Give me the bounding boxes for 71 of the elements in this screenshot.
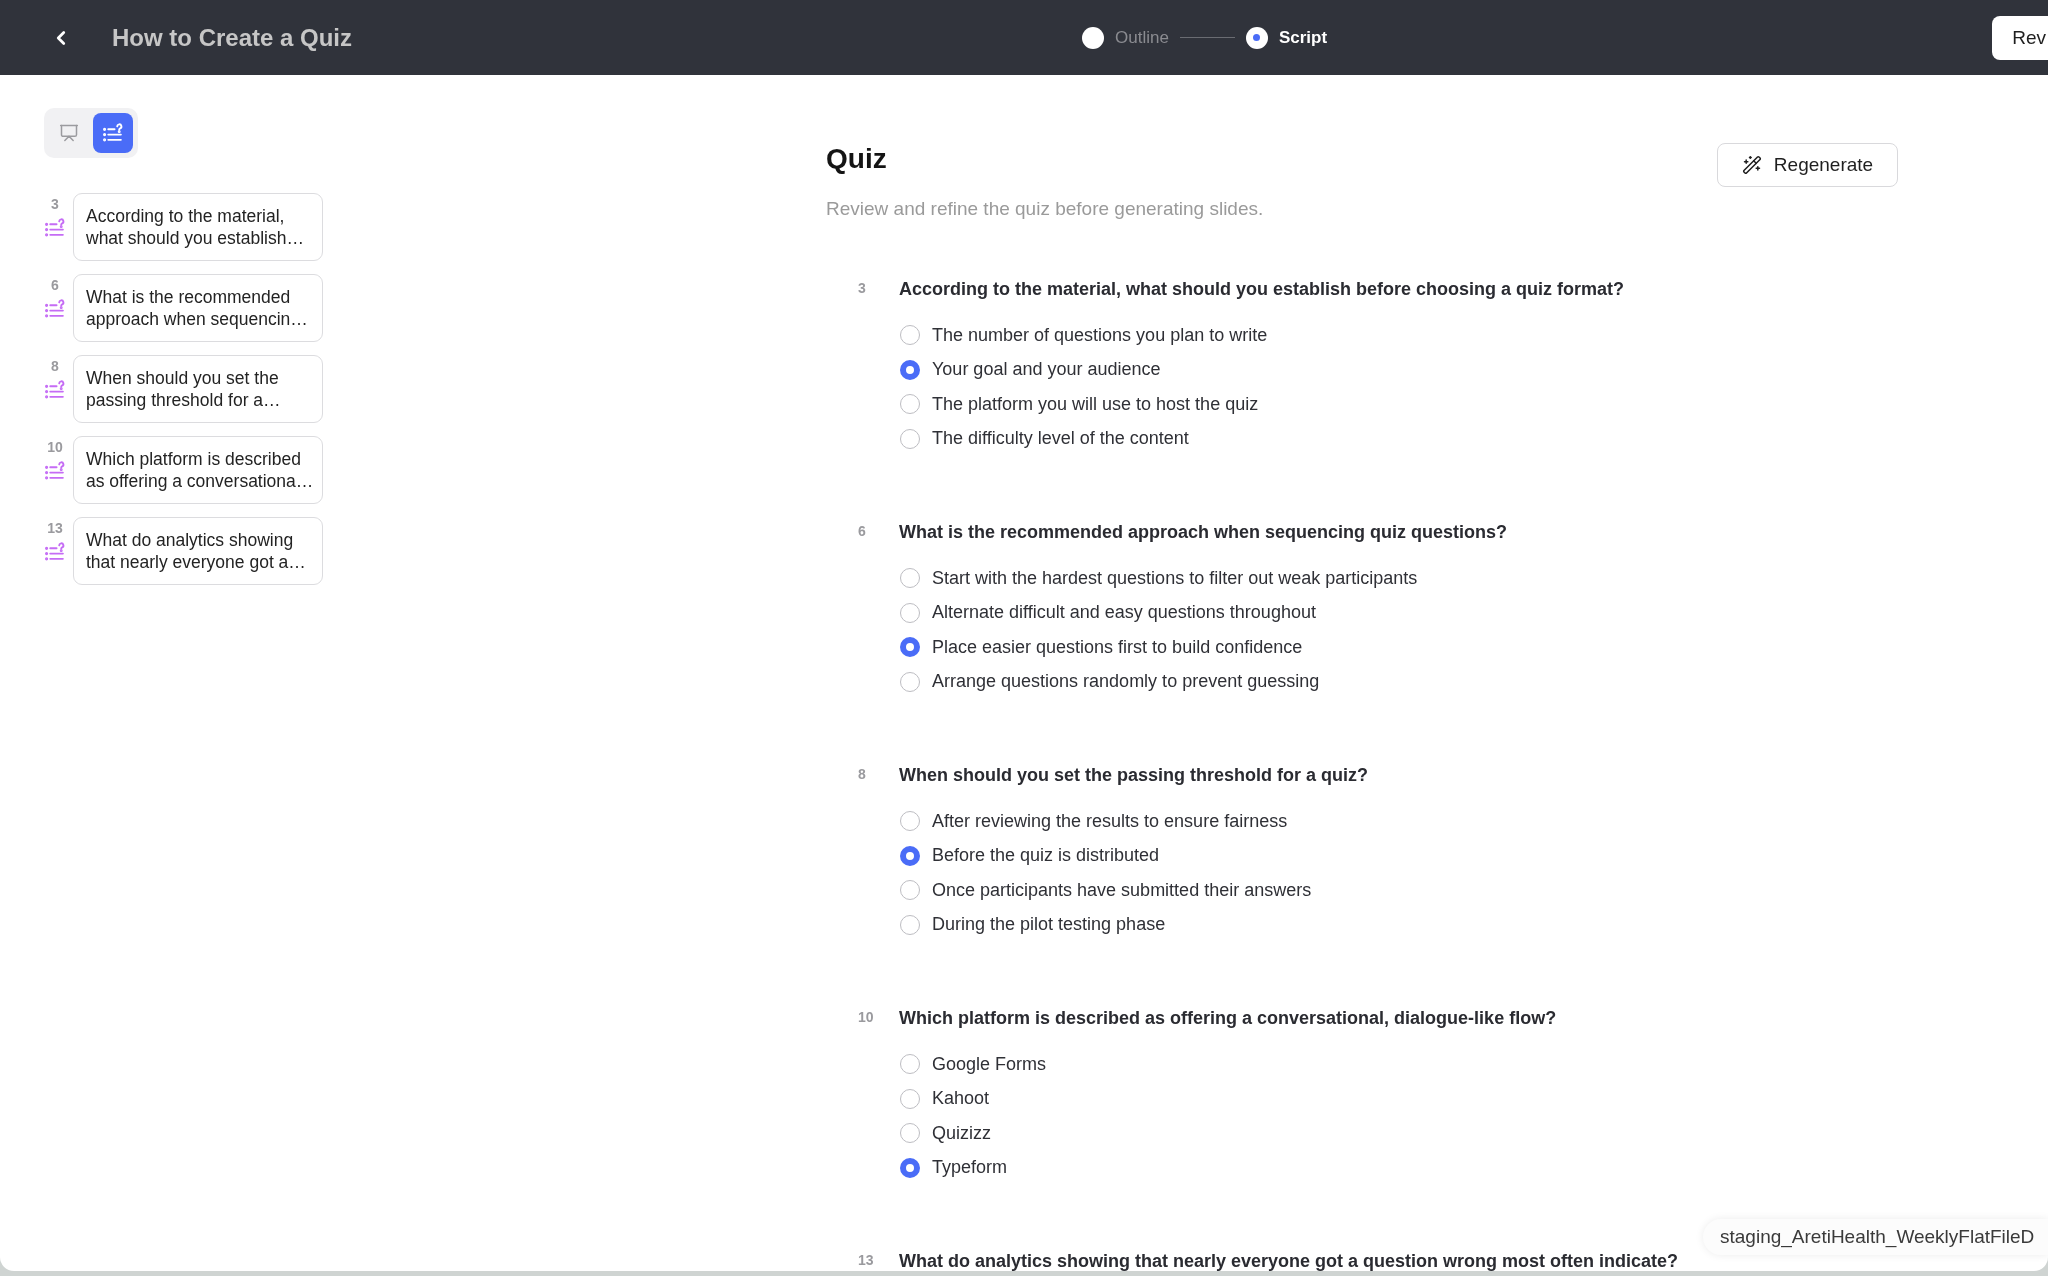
review-button[interactable]: Rev <box>1992 15 2048 60</box>
radio-button[interactable] <box>900 1088 920 1109</box>
presentation-icon <box>59 123 79 143</box>
option-text: Typeform <box>932 1157 1008 1179</box>
radio-button[interactable] <box>900 811 920 832</box>
question-card[interactable]: What is the recommended approach when sequencin… <box>73 274 323 342</box>
list-question-icon <box>45 218 65 238</box>
option-text: The platform you will use to host the quiz <box>932 393 1259 415</box>
dock-tooltip: staging_AretiHealth_WeeklyFlatFileD <box>1703 1219 2048 1255</box>
question-number: 8 <box>51 358 59 374</box>
question-card[interactable]: What do analytics showing that nearly everyone got a… <box>73 517 323 585</box>
radio-button[interactable] <box>900 845 920 866</box>
question-number: 13 <box>47 520 63 536</box>
radio-button[interactable] <box>900 637 920 658</box>
list-question-icon <box>45 299 65 319</box>
regenerate-button[interactable]: Regenerate <box>1717 143 1898 187</box>
option-text: Alternate difficult and easy questions throughout <box>932 602 1316 624</box>
radio-button[interactable] <box>900 428 920 449</box>
question-number: 6 <box>858 522 866 540</box>
option-text: After reviewing the results to ensure fairness <box>932 810 1288 832</box>
radio-button[interactable] <box>900 1054 920 1075</box>
radio-button[interactable] <box>900 394 920 415</box>
question-text: When should you set the passing threshold for a quiz? <box>899 764 1370 787</box>
step-circle-icon <box>1082 26 1104 49</box>
option-text: Quizizz <box>932 1122 991 1144</box>
question-card[interactable]: According to the material, what should you establish… <box>73 193 323 261</box>
question-text: Which platform is described as offering a conversational, dialogue-like flow? <box>899 1007 1558 1030</box>
step-tab[interactable]: Script <box>1245 26 1328 49</box>
option-text: Arrange questions randomly to prevent guessing <box>932 671 1320 693</box>
magic-wand-icon <box>1741 155 1762 175</box>
option-text: Place easier questions first to build confidence <box>932 636 1303 658</box>
list-question-icon <box>45 380 65 400</box>
question-text: What do analytics showing that nearly everyone got a question wrong most often indicate? <box>899 1250 1680 1271</box>
option-text: During the pilot testing phase <box>932 914 1166 936</box>
radio-button[interactable] <box>900 671 920 692</box>
option-text: Your goal and your audience <box>932 359 1161 381</box>
question-card[interactable]: When should you set the passing threshold for a… <box>73 355 323 423</box>
radio-button[interactable] <box>900 602 920 623</box>
radio-button[interactable] <box>900 1123 920 1144</box>
option-text: The number of questions you plan to write <box>932 324 1268 346</box>
radio-button[interactable] <box>900 325 920 346</box>
question-card[interactable]: Which platform is described as offering a conversationa… <box>73 436 323 504</box>
option-text: Once participants have submitted their answers <box>932 879 1312 901</box>
option-text: Before the quiz is distributed <box>932 845 1160 867</box>
document-title: How to Create a Quiz <box>112 23 353 52</box>
option-text: Start with the hardest questions to filter out weak participants <box>932 567 1418 589</box>
option-text: Kahoot <box>932 1088 990 1110</box>
question-text: According to the material, what should you establish before choosing a quiz format? <box>899 278 1626 301</box>
list-question-icon <box>45 542 65 562</box>
step-tab[interactable]: Outline <box>1082 26 1169 49</box>
step-circle-icon <box>1245 26 1268 49</box>
radio-button[interactable] <box>900 880 920 901</box>
question-text: What is the recommended approach when sequencing quiz questions? <box>899 521 1509 544</box>
question-number: 10 <box>47 439 63 455</box>
radio-button[interactable] <box>900 359 920 380</box>
radio-button[interactable] <box>900 1157 920 1178</box>
question-number: 8 <box>858 765 866 783</box>
question-number: 10 <box>858 1008 874 1026</box>
question-number: 13 <box>858 1251 874 1269</box>
view-toggle-button[interactable] <box>93 113 133 153</box>
question-number: 6 <box>51 277 59 293</box>
radio-button[interactable] <box>900 568 920 589</box>
option-text: Google Forms <box>932 1053 1047 1075</box>
question-number: 3 <box>858 279 866 297</box>
list-question-icon <box>45 461 65 481</box>
quiz-subtitle: Review and refine the quiz before generating slides. <box>826 197 1264 221</box>
question-number: 3 <box>51 196 59 212</box>
list-question-icon <box>103 123 123 143</box>
option-text: The difficulty level of the content <box>932 428 1189 450</box>
quiz-title: Quiz <box>826 143 888 175</box>
radio-button[interactable] <box>900 914 920 935</box>
